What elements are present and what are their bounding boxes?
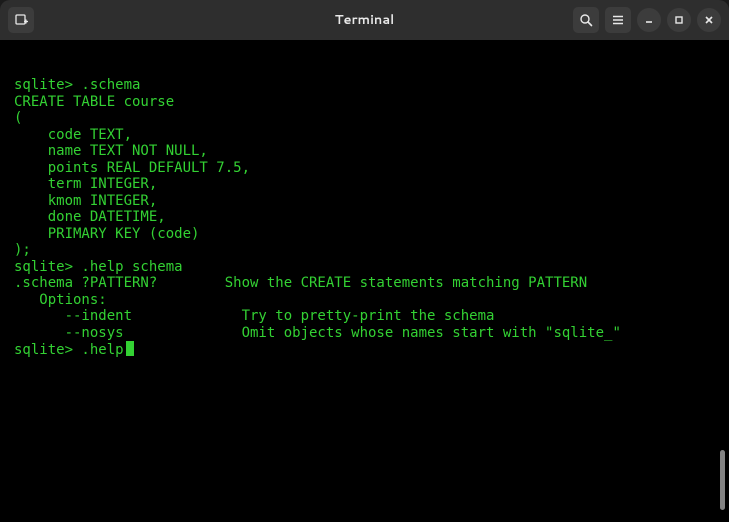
terminal-line: --indent Try to pretty-print the schema [14,308,729,325]
scrollbar-thumb[interactable] [720,450,725,510]
new-tab-icon [14,13,28,27]
minimize-icon [643,14,655,26]
minimize-button[interactable] [637,8,661,32]
close-button[interactable] [697,8,721,32]
menu-button[interactable] [605,7,631,33]
terminal-line: Options: [14,292,729,309]
terminal-line: name TEXT NOT NULL, [14,143,729,160]
terminal-line: .schema ?PATTERN? Show the CREATE statem… [14,275,729,292]
terminal-line: kmom INTEGER, [14,193,729,210]
terminal-line: code TEXT, [14,127,729,144]
terminal-line: sqlite> .help schema [14,259,729,276]
terminal-line: --nosys Omit objects whose names start w… [14,325,729,342]
maximize-icon [673,14,685,26]
new-tab-button[interactable] [8,7,34,33]
titlebar: Terminal [0,0,729,40]
terminal-line: PRIMARY KEY (code) [14,226,729,243]
terminal-line: sqlite> .help [14,341,729,359]
terminal-line: CREATE TABLE course [14,94,729,111]
hamburger-menu-icon [611,13,625,27]
terminal-line: done DATETIME, [14,209,729,226]
terminal-line: ); [14,242,729,259]
cursor [126,341,134,356]
terminal-line: points REAL DEFAULT 7.5, [14,160,729,177]
terminal-line: sqlite> .schema [14,77,729,94]
terminal-line: ( [14,110,729,127]
search-button[interactable] [573,7,599,33]
terminal-area[interactable]: sqlite> .schemaCREATE TABLE course( code… [0,40,729,522]
close-icon [703,14,715,26]
maximize-button[interactable] [667,8,691,32]
search-icon [579,13,593,27]
terminal-line: term INTEGER, [14,176,729,193]
